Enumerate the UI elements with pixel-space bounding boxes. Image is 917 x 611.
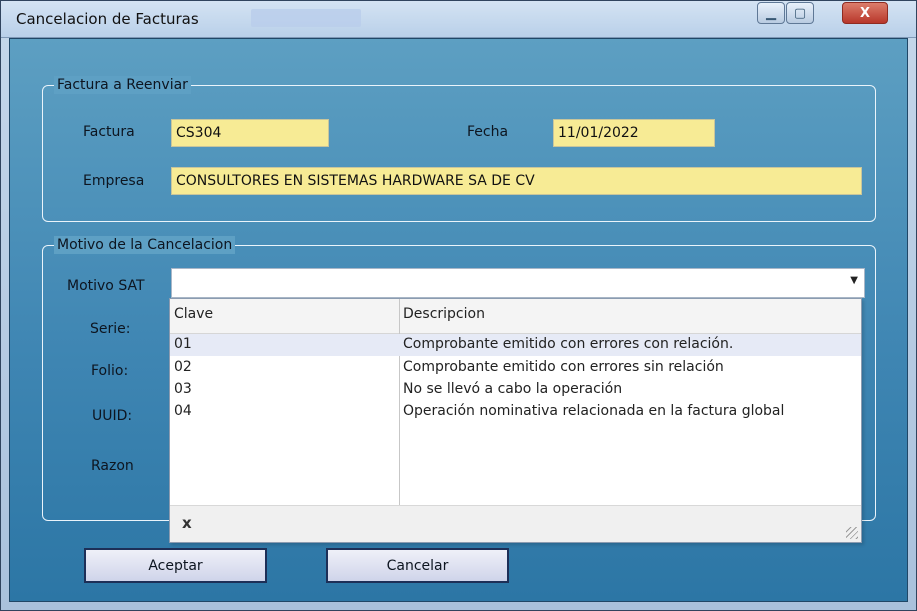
dropdown-row[interactable]: 03 No se llevó a cabo la operación [170, 379, 861, 401]
title-blurred-text [251, 9, 361, 27]
resize-grip-icon[interactable] [846, 527, 858, 539]
factura-group: Factura a Reenviar Factura CS304 Fecha 1… [42, 76, 876, 222]
factura-group-title: Factura a Reenviar [54, 76, 191, 94]
close-icon: X [859, 5, 871, 21]
minimize-icon: ▁ [766, 5, 776, 21]
dropdown-row[interactable]: 01 Comprobante emitido con errores con r… [170, 334, 861, 356]
razon-label: Razon [91, 458, 134, 474]
motivo-sat-dropdown: Clave Descripcion 01 Comprobante emitido… [169, 298, 862, 543]
row-descripcion: Comprobante emitido con errores sin rela… [403, 359, 724, 375]
factura-field[interactable]: CS304 [171, 119, 329, 147]
row-clave: 04 [174, 403, 192, 419]
dropdown-row[interactable]: 04 Operación nominativa relacionada en l… [170, 401, 861, 423]
row-descripcion: Comprobante emitido con errores con rela… [403, 336, 734, 352]
dropdown-footer: x [170, 505, 861, 542]
motivo-sat-combobox[interactable]: ▼ [171, 268, 865, 298]
uuid-label: UUID: [92, 408, 133, 424]
motivo-sat-label: Motivo SAT [67, 278, 145, 294]
serie-label: Serie: [90, 321, 131, 337]
cancelacion-window: Cancelacion de Facturas ▁ ▢ X Factura a … [0, 0, 917, 611]
clear-selection-icon[interactable]: x [182, 514, 192, 532]
column-header-clave[interactable]: Clave [174, 306, 213, 322]
minimize-button[interactable]: ▁ [757, 2, 785, 24]
column-header-descripcion[interactable]: Descripcion [403, 306, 485, 322]
aceptar-button[interactable]: Aceptar [84, 548, 267, 583]
row-descripcion: Operación nominativa relacionada en la f… [403, 403, 785, 419]
empresa-label: Empresa [83, 173, 145, 189]
motivo-group-title: Motivo de la Cancelacion [54, 236, 236, 254]
dropdown-row[interactable]: 02 Comprobante emitido con errores sin r… [170, 357, 861, 379]
window-title: Cancelacion de Facturas [16, 10, 199, 28]
row-descripcion: No se llevó a cabo la operación [403, 381, 623, 397]
row-clave: 02 [174, 359, 192, 375]
row-clave: 03 [174, 381, 192, 397]
factura-label: Factura [83, 124, 135, 140]
chevron-down-icon[interactable]: ▼ [850, 275, 858, 286]
maximize-icon: ▢ [793, 5, 807, 21]
folio-label: Folio: [91, 363, 129, 379]
fecha-label: Fecha [467, 124, 509, 140]
close-button[interactable]: X [842, 2, 888, 24]
fecha-field[interactable]: 11/01/2022 [553, 119, 715, 147]
maximize-button[interactable]: ▢ [786, 2, 814, 24]
cancelar-button[interactable]: Cancelar [326, 548, 509, 583]
empresa-field[interactable]: CONSULTORES EN SISTEMAS HARDWARE SA DE C… [171, 167, 862, 195]
row-clave: 01 [174, 336, 192, 352]
title-bar[interactable]: Cancelacion de Facturas ▁ ▢ X [1, 1, 916, 38]
dropdown-header: Clave Descripcion [170, 299, 861, 334]
